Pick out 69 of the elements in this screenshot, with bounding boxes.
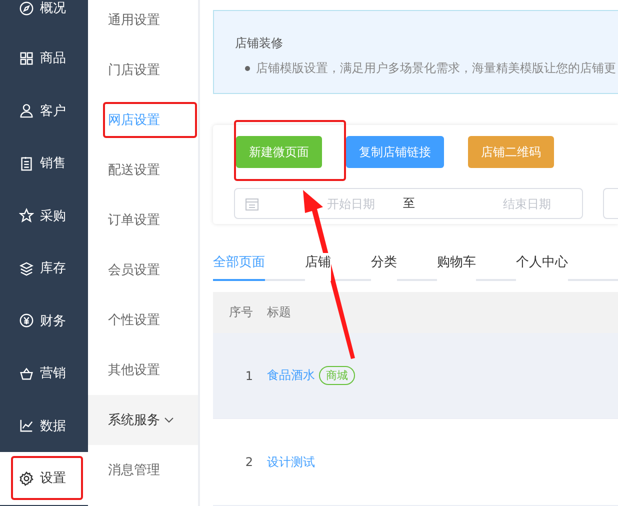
- nav-label: 库存: [40, 260, 66, 278]
- submenu-item[interactable]: 订单设置: [88, 195, 198, 245]
- notice-text: 店铺模版设置，满足用户多场景化需求，海量精美模版让您的店铺更: [256, 60, 616, 77]
- nav-item[interactable]: 库存: [0, 242, 88, 294]
- layers-icon: [19, 260, 34, 276]
- calendar-icon: [245, 196, 259, 211]
- submenu-label: 订单设置: [108, 212, 160, 229]
- range-separator: 至: [403, 195, 415, 212]
- submenu-label: 配送设置: [108, 162, 160, 179]
- submenu-item[interactable]: 系统服务: [88, 395, 198, 445]
- nav-item[interactable]: 销售: [0, 137, 88, 190]
- submenu-label: 会员设置: [108, 262, 160, 279]
- table-cell-text: 2: [244, 455, 253, 470]
- submenu-label: 门店设置: [108, 62, 160, 79]
- nav-item[interactable]: 数据: [0, 400, 88, 452]
- table-row[interactable]: 1 食品酒水 商城: [213, 332, 618, 420]
- nav-item[interactable]: 营销: [0, 347, 88, 400]
- submenu-item[interactable]: 通用设置: [88, 0, 198, 45]
- end-date-input[interactable]: 结束日期: [475, 196, 579, 212]
- grid-icon: [19, 50, 34, 66]
- tag: 商城: [319, 366, 355, 386]
- submenu-item[interactable]: 个性设置: [88, 295, 198, 345]
- notice-title: 店铺装修: [235, 35, 284, 52]
- person-icon: [19, 103, 34, 118]
- basket-icon: [19, 366, 34, 381]
- nav-label: 客户: [40, 102, 66, 120]
- submenu-item[interactable]: 配送设置: [88, 145, 198, 195]
- date-range-field[interactable]: 开始日期 至 结束日期: [234, 188, 583, 220]
- star-icon: [19, 208, 34, 224]
- filter-field[interactable]: [603, 188, 618, 220]
- table-cell-text: 1: [244, 368, 253, 383]
- bullet-icon: [245, 66, 250, 71]
- nav-item[interactable]: 客户: [0, 84, 88, 137]
- nav-label: 采购: [40, 208, 66, 225]
- nav-item[interactable]: 采购: [0, 190, 88, 242]
- submenu-label: 网店设置: [108, 112, 160, 129]
- submenu-item[interactable]: 其他设置: [88, 345, 198, 395]
- nav-label: 设置: [40, 470, 66, 488]
- nav-item[interactable]: 设置: [0, 452, 88, 504]
- yen-icon: [19, 313, 34, 328]
- document-icon: [19, 156, 34, 171]
- compass-icon: [19, 0, 34, 16]
- submenu-label: 个性设置: [108, 312, 160, 329]
- nav-label: 数据: [40, 418, 66, 435]
- nav-item[interactable]: 概况: [0, 0, 88, 32]
- submenu-item[interactable]: 消息管理: [88, 445, 198, 495]
- table-row[interactable]: 2 设计测试: [213, 419, 618, 506]
- tab[interactable]: 个人中心: [516, 252, 568, 281]
- tab[interactable]: 分类: [371, 252, 397, 281]
- nav-label: 财务: [40, 312, 66, 330]
- submenu-item[interactable]: 会员设置: [88, 245, 198, 295]
- nav-item[interactable]: 商品: [0, 32, 88, 84]
- column-header: 序号: [228, 304, 253, 321]
- nav-item[interactable]: 财务: [0, 294, 88, 347]
- gear-icon: [19, 470, 34, 486]
- nav-label: 营销: [40, 365, 66, 382]
- chart-icon: [19, 418, 34, 434]
- column-header: 标题: [267, 304, 291, 321]
- tab[interactable]: 购物车: [437, 252, 476, 281]
- tab[interactable]: 店铺: [305, 252, 331, 281]
- submenu-label: 通用设置: [108, 12, 160, 29]
- submenu-label: 系统服务: [108, 412, 160, 429]
- submenu-item[interactable]: 门店设置: [88, 45, 198, 95]
- nav-label: 销售: [40, 155, 66, 172]
- submenu-label: 其他设置: [108, 362, 160, 379]
- nav-label: 概况: [40, 0, 66, 17]
- submenu-label: 消息管理: [108, 462, 160, 479]
- start-date-input[interactable]: 开始日期: [299, 196, 403, 212]
- nav-label: 商品: [40, 50, 66, 68]
